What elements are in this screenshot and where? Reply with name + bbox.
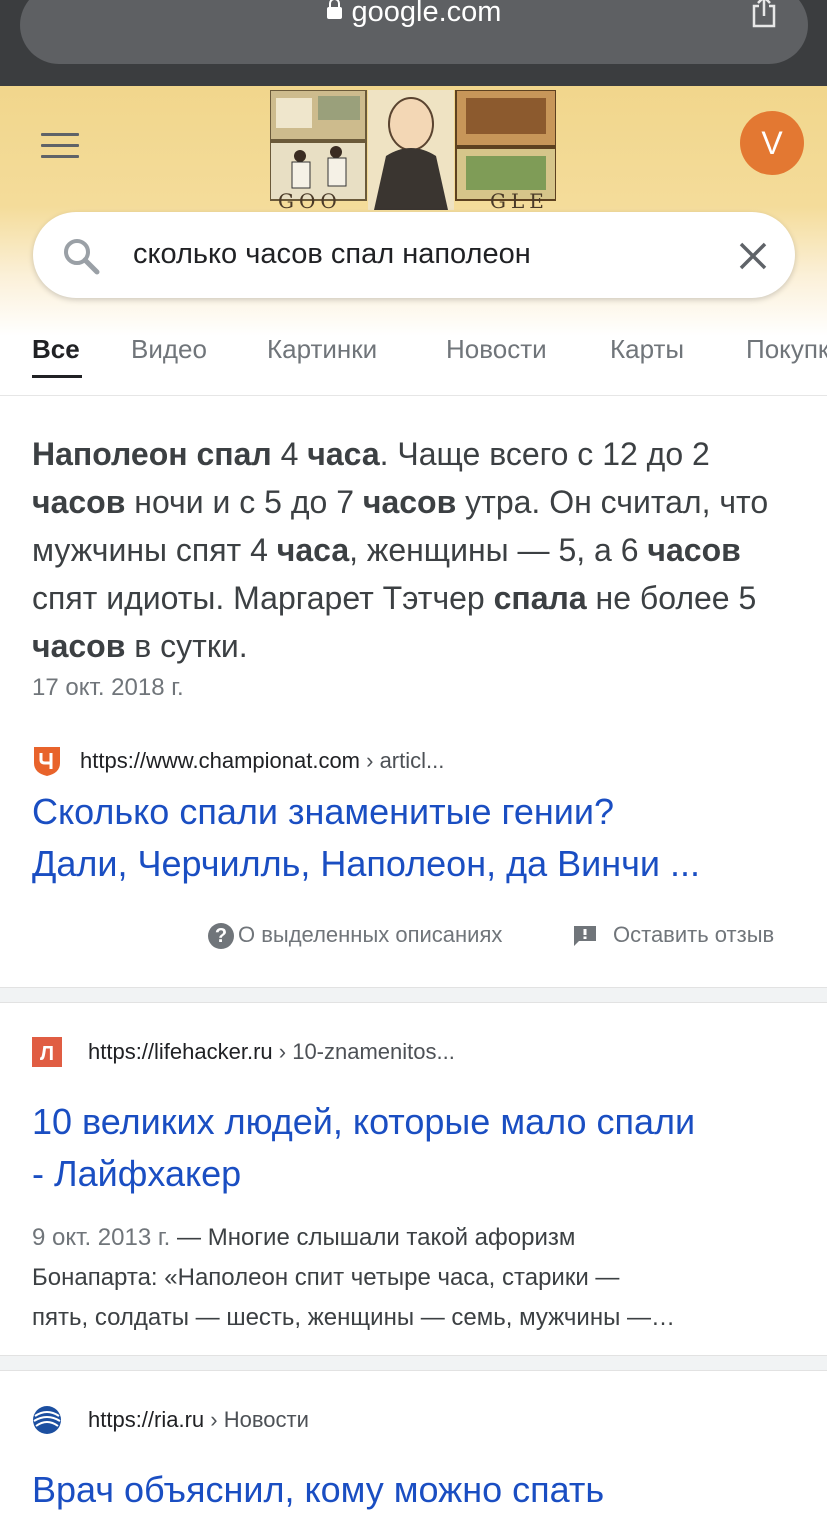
- source-breadcrumb: › articl...: [360, 748, 445, 773]
- lifehacker-favicon: Л: [32, 1037, 62, 1067]
- snippet-highlight: часа: [276, 532, 350, 568]
- source-url: https://www.championat.com: [80, 748, 361, 773]
- result2-snippet-line-1: — Многие слышали такой афоризм: [170, 1224, 576, 1251]
- result2-snippet-line-2: Бонапарта: «Наполеон спит четыре часа, с…: [32, 1264, 620, 1291]
- share-icon[interactable]: [750, 0, 778, 28]
- help-icon: ?: [208, 923, 234, 950]
- snippet-text: не более 5: [586, 580, 757, 616]
- source-breadcrumb: › Новости: [204, 1407, 309, 1432]
- snippet-text: 4: [271, 436, 308, 472]
- feedback-label: Оставить отзыв: [613, 922, 775, 947]
- source-breadcrumb: › 10-znamenitos...: [272, 1039, 455, 1064]
- divider: [0, 395, 827, 396]
- snippet-highlight: часов: [647, 532, 741, 568]
- lifehacker-favicon-letter: Л: [40, 1043, 54, 1065]
- snippet-text: , женщины — 5, а 6: [349, 532, 648, 568]
- hamburger-menu-icon[interactable]: [41, 133, 79, 159]
- featured-title-line-1[interactable]: Сколько спали знаменитые гении?: [32, 786, 812, 838]
- snippet-highlight: часа: [307, 436, 380, 472]
- result2-title-line-2[interactable]: - Лайфхакер: [32, 1148, 812, 1200]
- close-icon[interactable]: [737, 240, 769, 272]
- tab-shopping[interactable]: Покупки: [746, 334, 827, 365]
- result-separator: [0, 1355, 827, 1371]
- feedback-icon: [574, 926, 596, 947]
- doodle-letters-left: GOO: [278, 189, 342, 210]
- championat-favicon: [34, 747, 60, 776]
- tab-news[interactable]: Новости: [446, 334, 547, 365]
- address-text-row: google.com: [20, 0, 808, 29]
- snippet-date: 17 окт. 2018 г.: [32, 674, 184, 701]
- google-doodle[interactable]: GOO GLE: [270, 90, 556, 210]
- tab-video[interactable]: Видео: [131, 334, 207, 365]
- featured-snippet-text: Наполеон спал 4 часа. Чаще всего с 12 до…: [32, 430, 802, 670]
- lock-icon: [326, 0, 342, 19]
- browser-url-bar: google.com: [0, 0, 827, 86]
- result3-title-line-1[interactable]: Врач объяснил, кому можно спать: [32, 1464, 812, 1516]
- snippet-text: в сутки.: [125, 628, 248, 664]
- result3-title[interactable]: Врач объяснил, кому можно спать: [32, 1464, 812, 1516]
- about-label: О выделенных описаниях: [238, 922, 503, 947]
- snippet-highlight: часов: [32, 628, 126, 664]
- ria-favicon: [33, 1406, 61, 1434]
- url-text: google.com: [351, 0, 502, 28]
- snippet-highlight: спала: [493, 580, 587, 616]
- result2-snippet: 9 окт. 2013 г. — Многие слышали такой аф…: [32, 1218, 802, 1338]
- result2-title[interactable]: 10 великих людей, которые мало спали - Л…: [32, 1096, 812, 1200]
- result-separator: [0, 987, 827, 1003]
- result2-title-line-1[interactable]: 10 великих людей, которые мало спали: [32, 1096, 812, 1148]
- result2-date: 9 окт. 2013 г.: [32, 1224, 171, 1251]
- snippet-highlight: часов: [32, 484, 126, 520]
- tab-maps[interactable]: Карты: [610, 334, 684, 365]
- tab-images[interactable]: Картинки: [267, 334, 377, 365]
- search-box[interactable]: сколько часов спал наполеон: [33, 212, 795, 298]
- active-tab-indicator: [32, 375, 82, 378]
- account-avatar[interactable]: V: [740, 111, 804, 175]
- tab-all[interactable]: Все: [32, 334, 80, 365]
- about-featured-snippets-link[interactable]: ? О выделенных описаниях: [208, 922, 503, 950]
- doodle-letters-right: GLE: [490, 189, 549, 210]
- snippet-text: спят идиоты. Маргарет Тэтчер: [32, 580, 494, 616]
- snippet-text: . Чаще всего с 12 до 2: [379, 436, 710, 472]
- address-field[interactable]: google.com: [20, 0, 808, 64]
- source-url: https://lifehacker.ru: [88, 1039, 273, 1064]
- snippet-highlight: часов: [362, 484, 457, 520]
- leave-feedback-link[interactable]: Оставить отзыв: [573, 922, 774, 948]
- source-url: https://ria.ru: [88, 1407, 205, 1432]
- snippet-text: ночи и с 5 до 7: [125, 484, 363, 520]
- result2-snippet-line-3: пять, солдаты — шесть, женщины — семь, м…: [32, 1304, 675, 1331]
- search-input[interactable]: сколько часов спал наполеон: [133, 238, 531, 271]
- featured-title-line-2[interactable]: Дали, Черчилль, Наполеон, да Винчи ...: [32, 838, 812, 890]
- search-icon[interactable]: [61, 236, 101, 276]
- snippet-highlight: Наполеон спал: [32, 436, 272, 472]
- search-tabs: Все Видео Картинки Новости Карты Покупки: [0, 300, 827, 392]
- featured-result-title[interactable]: Сколько спали знаменитые гении? Дали, Че…: [32, 786, 812, 890]
